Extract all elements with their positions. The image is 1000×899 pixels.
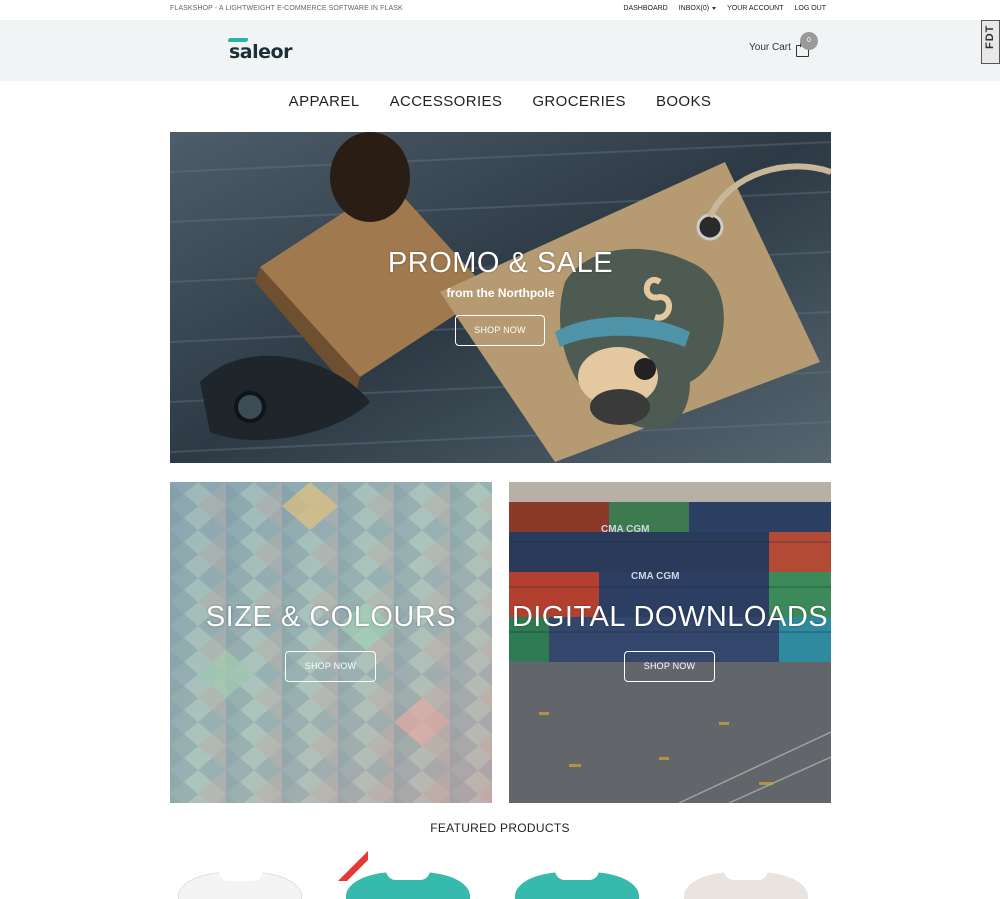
product-image: [515, 870, 639, 899]
nav-item-accessories[interactable]: ACCESSORIES: [390, 93, 503, 110]
caret-down-icon: [712, 6, 717, 10]
digital-downloads-title: DIGITAL DOWNLOADS: [511, 601, 829, 633]
digital-downloads-banner: CMA CGM CMA CGM DIGITAL DOWNLOADS SHOP N…: [509, 482, 831, 803]
svg-text:CMA CGM: CMA CGM: [601, 524, 650, 535]
inbox-label: INBOX(0): [678, 5, 710, 12]
dashboard-link[interactable]: DASHBOARD: [623, 5, 667, 12]
your-account-link[interactable]: YOUR ACCOUNT: [727, 5, 783, 12]
site-tagline: FLASKSHOP - A LIGHTWEIGHT E-COMMERCE SOF…: [170, 5, 403, 12]
nav-item-groceries[interactable]: GROCERIES: [532, 93, 626, 110]
hero-subtitle: from the Northpole: [446, 286, 555, 300]
product-card[interactable]: [676, 851, 816, 899]
debug-toolbar-label: FDT: [984, 24, 996, 49]
debug-toolbar-tab[interactable]: FDT: [981, 20, 1000, 64]
product-image: [346, 870, 470, 899]
cart-count-badge: 0: [800, 32, 818, 50]
log-out-link[interactable]: LOG OUT: [794, 5, 826, 12]
product-image: [178, 871, 302, 899]
size-colours-banner: SIZE & COLOURS SHOP NOW: [170, 482, 492, 803]
digital-downloads-shop-now-button[interactable]: SHOP NOW: [624, 651, 715, 682]
cart-button[interactable]: Your Cart 0: [749, 32, 818, 57]
hero-shop-now-button[interactable]: SHOP NOW: [455, 315, 545, 346]
product-card[interactable]: SALE: [338, 851, 478, 899]
hero-banner: PROMO & SALE from the Northpole SHOP NOW: [170, 132, 831, 463]
top-bar: FLASKSHOP - A LIGHTWEIGHT E-COMMERCE SOF…: [0, 0, 1000, 20]
tiles-image: [170, 482, 492, 803]
inbox-dropdown[interactable]: INBOX(0): [678, 5, 717, 12]
size-colours-title: SIZE & COLOURS: [205, 601, 457, 633]
product-card[interactable]: [170, 851, 310, 899]
product-card[interactable]: [507, 851, 647, 899]
size-colours-shop-now-button[interactable]: SHOP NOW: [285, 651, 376, 682]
svg-text:CMA CGM: CMA CGM: [631, 571, 680, 582]
top-links: DASHBOARD INBOX(0) YOUR ACCOUNT LOG OUT: [623, 5, 826, 12]
category-nav: APPAREL ACCESSORIES GROCERIES BOOKS: [0, 93, 1000, 110]
featured-products-heading: FEATURED PRODUCTS: [430, 821, 570, 835]
cart-label: Your Cart: [749, 42, 791, 53]
hero-title: PROMO & SALE: [387, 247, 614, 279]
logo-text: saleor: [229, 41, 292, 63]
containers-image: CMA CGM CMA CGM: [509, 482, 831, 803]
saleor-logo[interactable]: saleor: [226, 37, 296, 65]
product-image: [684, 870, 808, 899]
nav-item-books[interactable]: BOOKS: [656, 93, 711, 110]
site-header: saleor Your Cart 0: [0, 20, 1000, 81]
nav-item-apparel[interactable]: APPAREL: [289, 93, 360, 110]
